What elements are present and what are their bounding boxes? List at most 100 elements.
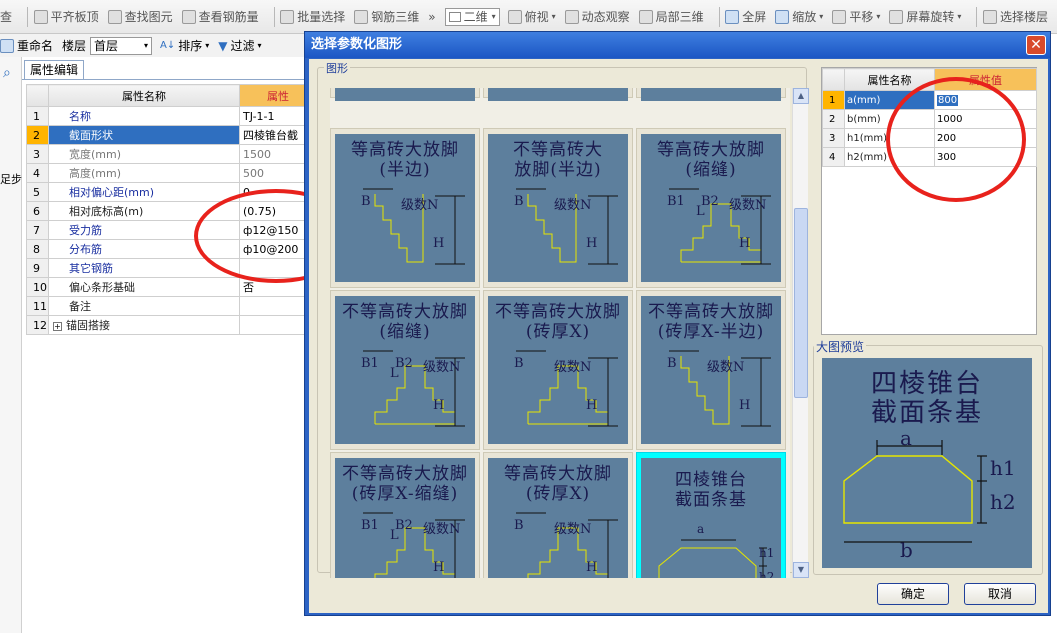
orbit-icon — [564, 9, 579, 24]
cancel-button[interactable]: 取消 — [964, 583, 1036, 605]
toolbar-query[interactable]: 查 — [0, 8, 12, 25]
shape-select-dialog: 选择参数化图形 ✕ 图形 等高砖大放脚 (半边) B 级数N H 不等高砖大 放脚(半边… — [304, 31, 1051, 616]
toolbar-select-floor[interactable]: 选择楼层 — [982, 8, 1048, 25]
shape-tile[interactable]: 不等高砖大放脚 (缩缝) B1 L B2 级数N H — [330, 290, 480, 450]
tab-property-edit[interactable]: 属性编辑 — [24, 60, 84, 79]
toolbar-find-element[interactable]: 查找图元 — [107, 8, 173, 25]
ok-button[interactable]: 确定 — [877, 583, 949, 605]
shape-tile-partial[interactable] — [330, 88, 480, 101]
dialog-title-bar[interactable]: 选择参数化图形 — [305, 32, 1050, 58]
chevron-down-icon: ▾ — [205, 41, 210, 50]
toolbar-rebar-3d[interactable]: 钢筋三维 — [354, 8, 419, 25]
expand-icon[interactable]: + — [53, 322, 62, 331]
toolbar-local-3d[interactable]: 局部三维 — [638, 8, 704, 25]
parameter-empty-row — [823, 205, 1037, 224]
shape-label: B — [514, 356, 524, 371]
shape-tile[interactable]: 等高砖大放脚 (砖厚X) B 级数N H — [483, 452, 633, 578]
scroll-thumb[interactable] — [794, 208, 808, 398]
shape-diagram: 不等高砖大 放脚(半边) B 级数N H — [488, 134, 628, 282]
property-grid-header: 属性名称 属性 — [26, 84, 317, 107]
more-icon: » — [428, 9, 436, 24]
preview-label-h2: h2 — [990, 490, 1016, 514]
shape-diagram — [641, 88, 781, 101]
parameter-empty-row — [823, 224, 1037, 243]
shape-tile[interactable]: 不等高砖大 放脚(半边) B 级数N H — [483, 128, 633, 288]
shape-tile[interactable]: 四棱锥台 截面条基ah1h2b — [636, 452, 786, 578]
shape-tile[interactable]: 不等高砖大放脚 (砖厚X) B 级数N H — [483, 290, 633, 450]
toolbar-select-floor-label: 选择楼层 — [999, 10, 1048, 24]
row-number: 9 — [26, 258, 49, 278]
toolbar-zoom[interactable]: 缩放 ▾ — [775, 8, 823, 25]
property-row[interactable]: 4 高度(mm) 500 — [26, 163, 317, 183]
shape-label: 级数N — [554, 360, 592, 375]
shape-label: B — [361, 194, 371, 209]
toolbar-orbit[interactable]: 动态观察 — [564, 8, 630, 25]
shape-tile-partial[interactable] — [483, 88, 633, 101]
shape-label: B — [667, 356, 677, 371]
parameter-empty-row — [823, 300, 1037, 319]
close-icon[interactable]: ✕ — [1026, 35, 1046, 55]
property-name: 相对偏心距(mm) — [48, 182, 240, 202]
toolbar-view-rebar[interactable]: 查看钢筋量 — [181, 8, 259, 25]
shape-label: 级数N — [554, 522, 592, 537]
shape-tile-partial[interactable] — [636, 88, 786, 101]
toolbar-rotate-screen-label: 屏幕旋转 — [906, 10, 955, 24]
view-mode-value: 二维 — [463, 10, 488, 24]
toolbar-pan[interactable]: 平移 ▾ — [832, 8, 880, 25]
property-row[interactable]: 2 截面形状 四棱锥台截 — [26, 125, 317, 145]
filter-button[interactable]: ▼ 过滤 ▾ — [218, 37, 261, 54]
property-row[interactable]: 11 备注 — [26, 296, 317, 316]
shape-label: B1 — [667, 194, 685, 209]
shape-label: H — [586, 398, 598, 413]
shape-tile[interactable]: 等高砖大放脚 (缩缝) B1 L B2 级数N H — [636, 128, 786, 288]
property-name: 高度(mm) — [48, 163, 240, 183]
shape-label: H — [586, 236, 598, 251]
rename-button[interactable]: 重命名 — [0, 37, 53, 54]
rebar-icon — [181, 9, 196, 24]
toolbar-more[interactable]: » — [428, 10, 435, 24]
param-row-number: 4 — [822, 147, 845, 167]
toolbar-divider — [27, 6, 28, 27]
view-mode-combo[interactable]: 二维 ▾ — [444, 7, 500, 26]
chevron-down-icon: ▾ — [819, 12, 824, 21]
chevron-down-icon: ▾ — [257, 41, 262, 50]
shape-tile[interactable]: 等高砖大放脚 (半边) B 级数N H — [330, 128, 480, 288]
shape-label: H — [739, 236, 751, 251]
toolbar-rotate-screen[interactable]: 屏幕旋转 ▾ — [889, 8, 961, 25]
shape-diagram: 等高砖大放脚 (半边) B 级数N H — [335, 134, 475, 282]
scroll-up-button[interactable]: ▲ — [793, 88, 809, 104]
row-number: 1 — [26, 106, 49, 126]
row-number: 4 — [26, 163, 49, 183]
search-icon[interactable]: ⌕ — [3, 65, 11, 81]
scroll-down-button[interactable]: ▼ — [793, 562, 809, 578]
shape-diagram: 等高砖大放脚 (缩缝) B1 L B2 级数N H — [641, 134, 781, 282]
property-row[interactable]: 3 宽度(mm) 1500 — [26, 144, 317, 164]
rotate-icon — [889, 9, 904, 24]
shape-gallery-scrollbar[interactable]: ▲ ▼ — [792, 88, 809, 578]
preview-title: 四棱锥台 截面条基 — [870, 369, 983, 428]
shape-label: B2 — [701, 194, 719, 209]
dialog-title: 选择参数化图形 — [311, 37, 403, 52]
preview-label-a: a — [900, 426, 912, 450]
property-row[interactable]: 12 + 锚固搭接 — [26, 315, 317, 335]
dialog-body: 图形 等高砖大放脚 (半边) B 级数N H 不等高砖大 放脚(半边) B 级数N H 等高砖大… — [309, 59, 1048, 613]
property-row[interactable]: 1 名称 TJ-1-1 — [26, 106, 317, 126]
toolbar-zoom-label: 缩放 — [792, 10, 817, 24]
shape-label: H — [739, 398, 751, 413]
toolbar-batch-select[interactable]: 批量选择 — [280, 8, 345, 25]
floor-select[interactable]: 首层 ▾ — [90, 36, 153, 55]
side-text: 足步 — [0, 173, 22, 186]
row-number: 8 — [26, 239, 49, 259]
row-number: 5 — [26, 182, 49, 202]
toolbar-orbit-label: 动态观察 — [581, 10, 630, 24]
fullscreen-icon — [725, 9, 740, 24]
shape-tile[interactable]: 不等高砖大放脚 (砖厚X-缩缝) B1 L B2 级数N H — [330, 452, 480, 578]
toolbar-top-view[interactable]: 俯视 ▾ — [507, 8, 556, 25]
header-corner — [26, 84, 49, 107]
toolbar-fullscreen[interactable]: 全屏 — [725, 8, 766, 25]
toolbar-align-slab[interactable]: 平齐板顶 — [33, 8, 99, 25]
parameter-empty-row — [823, 281, 1037, 300]
sort-button[interactable]: A↓ 排序 ▾ — [160, 37, 209, 54]
shape-label: B — [514, 194, 524, 209]
shape-tile[interactable]: 不等高砖大放脚 (砖厚X-半边) B 级数N H — [636, 290, 786, 450]
